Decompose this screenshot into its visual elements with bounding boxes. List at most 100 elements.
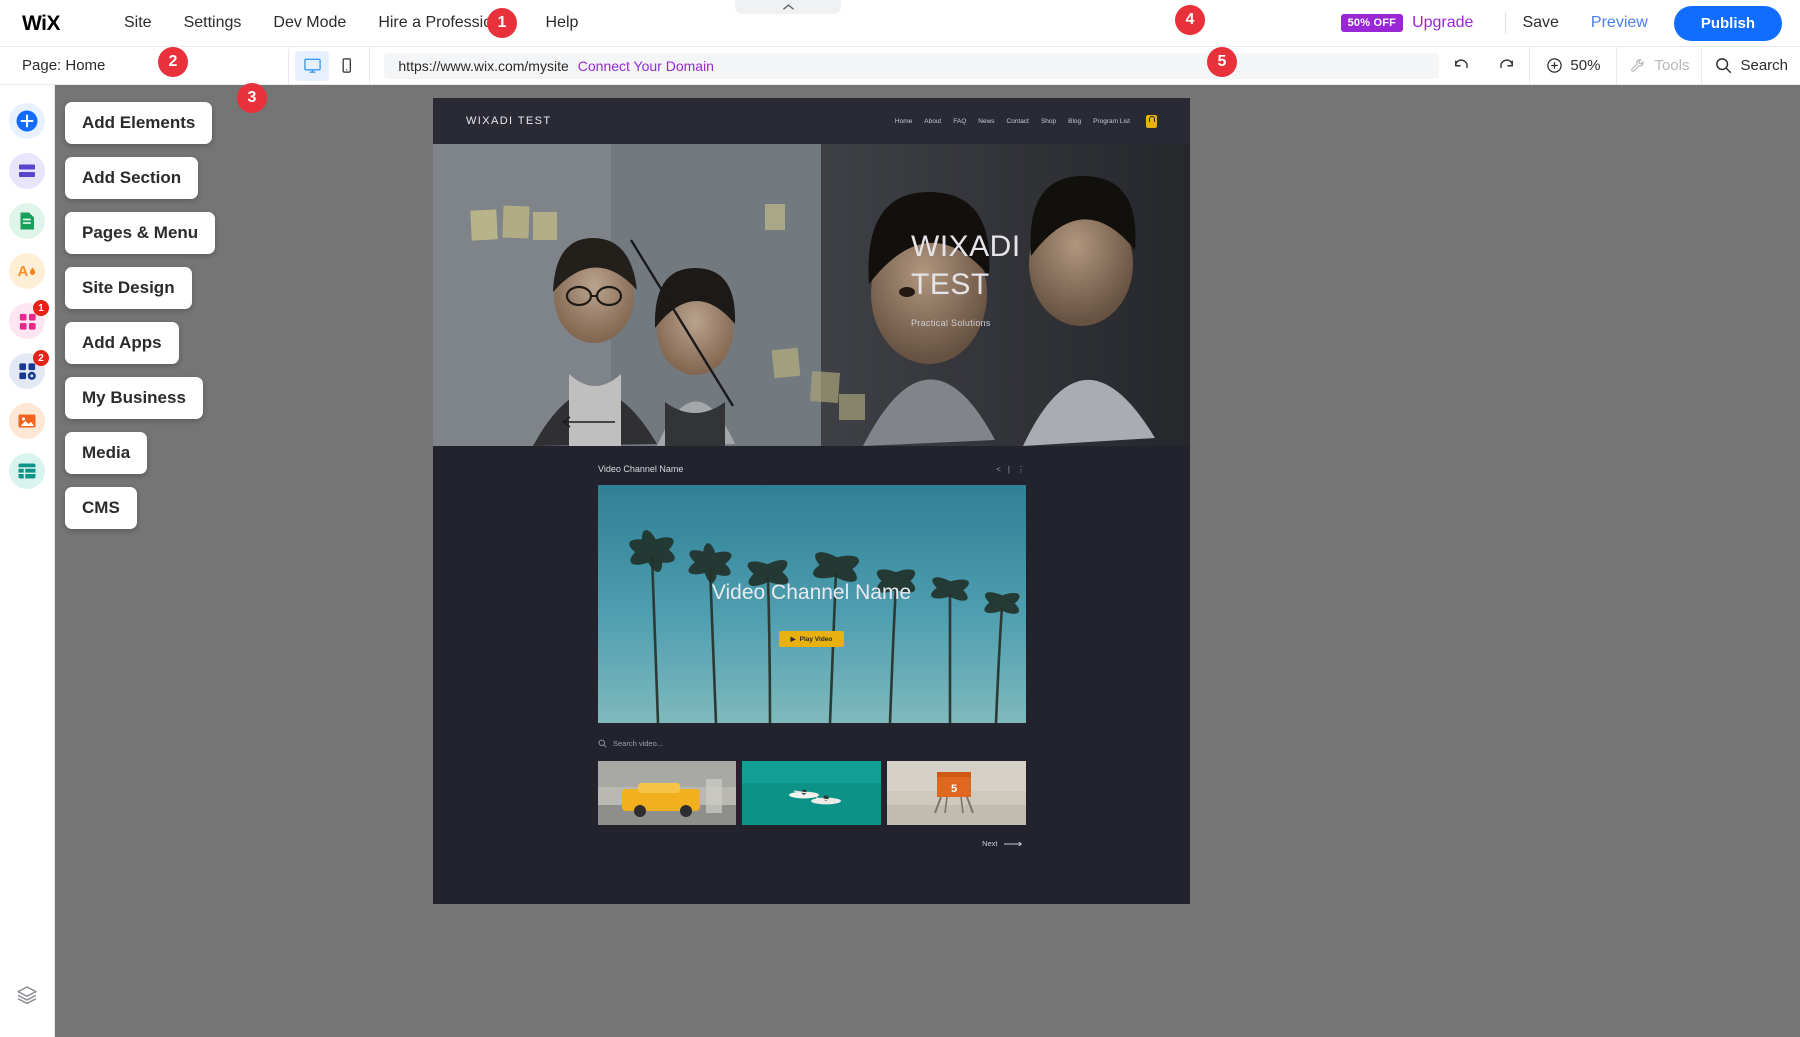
panel-my-business[interactable]: My Business [65, 377, 203, 419]
redo-icon [1496, 55, 1517, 76]
wix-logo-icon[interactable]: WiX [22, 12, 72, 34]
play-video-label: Play Video [800, 636, 833, 643]
site-nav-contact[interactable]: Contact [1007, 118, 1029, 125]
pages-icon [15, 209, 39, 233]
sections-icon [15, 159, 39, 183]
video-thumbnail-kayak[interactable] [742, 761, 881, 825]
cms-button[interactable] [9, 453, 45, 489]
callout-marker-2: 2 [158, 47, 188, 77]
panel-add-elements[interactable]: Add Elements [65, 102, 212, 144]
tools-button[interactable]: Tools [1616, 47, 1701, 85]
callout-marker-5: 5 [1207, 47, 1237, 77]
add-button[interactable] [9, 103, 45, 139]
menu-help[interactable]: Help [529, 8, 594, 38]
editor-canvas: Add Elements Add Section Pages & Menu Si… [55, 85, 1800, 1037]
site-nav: Home About FAQ News Contact Shop Blog Pr… [895, 115, 1157, 128]
menu-dev-mode[interactable]: Dev Mode [257, 8, 362, 38]
site-url-text: https://www.wix.com/mysite [398, 58, 568, 74]
device-switcher [288, 47, 370, 85]
my-business-button[interactable]: 2 [9, 353, 45, 389]
site-nav-shop[interactable]: Shop [1041, 118, 1056, 125]
hero-background-image [433, 144, 1190, 446]
callout-marker-1: 1 [487, 8, 517, 38]
add-apps-button[interactable]: 1 [9, 303, 45, 339]
search-icon [1714, 56, 1733, 75]
menu-site[interactable]: Site [108, 8, 168, 38]
mobile-icon [337, 56, 356, 75]
panel-add-section[interactable]: Add Section [65, 157, 198, 199]
play-video-button[interactable]: ▶ Play Video [779, 631, 845, 647]
site-nav-about[interactable]: About [924, 118, 941, 125]
site-preview[interactable]: WIXADI TEST Home About FAQ News Contact … [433, 98, 1190, 904]
panel-site-design[interactable]: Site Design [65, 267, 192, 309]
tools-wrench-icon [1629, 57, 1647, 75]
video-thumbnail-lifeguard[interactable]: 5 [887, 761, 1026, 825]
panel-cms[interactable]: CMS [65, 487, 137, 529]
business-badge: 2 [33, 350, 49, 366]
undo-button[interactable] [1439, 47, 1484, 85]
panel-add-apps[interactable]: Add Apps [65, 322, 179, 364]
lock-icon [1146, 115, 1157, 128]
cms-table-icon [15, 459, 39, 483]
more-vertical-icon[interactable]: ⋮ [1017, 465, 1025, 474]
panel-button-stack: Add Elements Add Section Pages & Menu Si… [65, 102, 215, 529]
arrow-right-icon [1004, 841, 1026, 847]
design-icon: A [15, 259, 39, 283]
undo-icon [1451, 55, 1472, 76]
next-label: Next [982, 839, 997, 848]
connect-domain-link[interactable]: Connect Your Domain [578, 58, 714, 74]
redo-button[interactable] [1484, 47, 1529, 85]
hero-subtitle: Practical Solutions [911, 318, 1021, 328]
site-design-button[interactable]: A [9, 253, 45, 289]
video-thumbnail-taxi[interactable] [598, 761, 737, 825]
search-icon [598, 739, 607, 748]
pages-button[interactable] [9, 203, 45, 239]
preview-button[interactable]: Preview [1591, 14, 1648, 32]
callout-marker-4: 4 [1175, 5, 1205, 35]
discount-badge: 50% OFF [1341, 14, 1403, 32]
site-brand: WIXADI TEST [466, 115, 551, 127]
video-search[interactable]: Search video... [598, 739, 1190, 748]
editor-tools: 50% Tools Search [1439, 47, 1800, 85]
media-button[interactable] [9, 403, 45, 439]
site-nav-news[interactable]: News [978, 118, 994, 125]
site-nav-faq[interactable]: FAQ [953, 118, 966, 125]
menu-settings[interactable]: Settings [168, 8, 258, 38]
desktop-view-button[interactable] [295, 51, 329, 81]
video-player[interactable]: Video Channel Name ▶ Play Video [598, 485, 1026, 723]
mobile-view-button[interactable] [329, 51, 363, 81]
save-button[interactable]: Save [1522, 14, 1558, 32]
chevron-up-icon [782, 3, 795, 11]
layers-button[interactable] [9, 977, 45, 1013]
video-thumbnail-list: 5 [598, 761, 1026, 825]
panel-pages-menu[interactable]: Pages & Menu [65, 212, 215, 254]
site-nav-blog[interactable]: Blog [1068, 118, 1081, 125]
panel-media[interactable]: Media [65, 432, 147, 474]
video-search-placeholder: Search video... [613, 739, 663, 748]
hero-title-line1: WIXADI [911, 228, 1021, 266]
video-next-button[interactable]: Next [598, 839, 1026, 848]
svg-text:WiX: WiX [22, 12, 60, 34]
search-button[interactable]: Search [1701, 47, 1800, 85]
page-title: Page: Home [22, 57, 105, 74]
site-nav-program-list[interactable]: Program List [1093, 118, 1130, 125]
site-nav-home[interactable]: Home [895, 118, 912, 125]
upgrade-link[interactable]: Upgrade [1412, 14, 1473, 32]
site-url-bar[interactable]: https://www.wix.com/mysite Connect Your … [384, 53, 1439, 79]
video-overlay-title: Video Channel Name [598, 581, 1026, 605]
play-triangle-icon: ▶ [791, 635, 796, 643]
tools-label: Tools [1654, 57, 1689, 74]
svg-text:5: 5 [951, 783, 957, 795]
plus-icon [14, 108, 40, 134]
rail-icon-list: A 1 [9, 85, 45, 489]
desktop-icon [303, 56, 322, 75]
video-channel-title: Video Channel Name [598, 464, 683, 474]
share-icon[interactable]: < [996, 465, 1001, 474]
zoom-control[interactable]: 50% [1529, 47, 1616, 85]
top-toolbar: WiX Site Settings Dev Mode Hire a Profes… [0, 0, 1800, 47]
publish-button[interactable]: Publish [1674, 6, 1782, 41]
hero-text-block: WIXADI TEST Practical Solutions [911, 228, 1021, 328]
collapse-toolbar-tab[interactable] [735, 0, 841, 14]
add-section-button[interactable] [9, 153, 45, 189]
video-section-header: Video Channel Name < | ⋮ [433, 464, 1190, 474]
